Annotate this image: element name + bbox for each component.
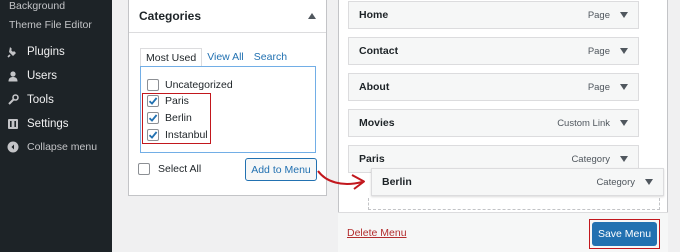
annotation-arrow-icon	[317, 170, 365, 190]
